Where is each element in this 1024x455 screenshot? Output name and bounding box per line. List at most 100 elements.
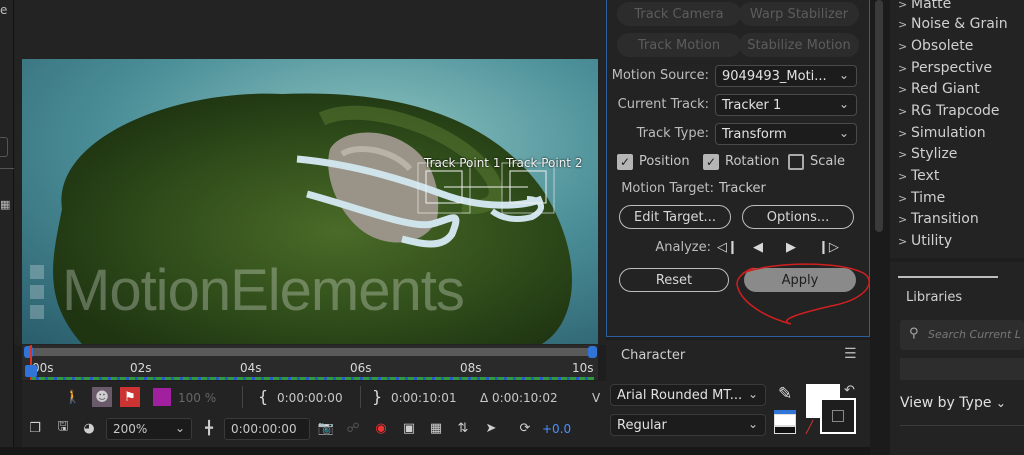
running-icon[interactable]: ⚑ bbox=[120, 387, 140, 407]
position-checkbox[interactable]: ✓ bbox=[617, 154, 633, 170]
divider bbox=[242, 386, 243, 408]
motion-source-dropdown[interactable]: 9049493_Moti... ⌄ bbox=[715, 65, 857, 87]
hierarchy-icon[interactable]: ▦ bbox=[0, 198, 10, 211]
stabilize-motion-button[interactable]: Stabilize Motion bbox=[739, 33, 859, 57]
figure-icon[interactable]: ☻ bbox=[92, 387, 112, 407]
effect-category-item[interactable]: > Time bbox=[898, 190, 945, 206]
analyze-forward-icon[interactable]: ▶ bbox=[786, 240, 796, 255]
panel-scrollbar[interactable] bbox=[870, 0, 890, 455]
exposure-value[interactable]: +0.0 bbox=[542, 422, 571, 436]
effect-category-item[interactable]: > Stylize bbox=[898, 146, 957, 162]
track-camera-button[interactable]: Track Camera bbox=[617, 2, 741, 26]
zoom-percent: 100 % bbox=[178, 391, 217, 405]
track-type-value: Transform bbox=[722, 126, 787, 142]
work-area-end-handle[interactable] bbox=[588, 346, 597, 358]
playhead-handle[interactable] bbox=[25, 365, 37, 377]
time-ruler[interactable]: 00s 02s 04s 06s 08s 10s bbox=[22, 345, 598, 380]
track-point-1-label[interactable]: Track Point 1 bbox=[424, 156, 500, 170]
effect-category-item[interactable]: > Obsolete bbox=[898, 38, 973, 54]
eyedropper-icon[interactable]: ✎ bbox=[778, 384, 792, 404]
color-swatch[interactable] bbox=[153, 388, 171, 406]
effect-category-item[interactable]: > Matte bbox=[898, 0, 951, 12]
analyze-forward-one-frame-icon[interactable]: ❙▷ bbox=[818, 240, 839, 255]
chevron-right-icon: > bbox=[898, 83, 908, 96]
effect-category-item[interactable]: > Noise & Grain bbox=[898, 16, 1008, 32]
grid-guides-icon[interactable]: ╋ bbox=[200, 419, 218, 437]
time-display[interactable]: 0:00:00:00 bbox=[224, 418, 310, 440]
swap-colors-icon[interactable]: ↶ bbox=[844, 383, 855, 398]
search-placeholder: Search Current L bbox=[928, 328, 1021, 341]
divider bbox=[360, 386, 361, 408]
track-motion-button[interactable]: Track Motion bbox=[617, 33, 741, 57]
current-time[interactable]: 0:00:00:00 bbox=[277, 391, 343, 405]
always-preview-icon[interactable]: ❐ bbox=[26, 419, 44, 437]
library-search-input[interactable]: ⚲ Search Current L bbox=[900, 320, 1024, 350]
monitor-icon[interactable]: 🖫 bbox=[54, 419, 72, 437]
effect-category-item[interactable]: > Text bbox=[898, 168, 939, 184]
effect-category-item[interactable]: > Simulation bbox=[898, 125, 986, 141]
effect-category-item[interactable]: > Perspective bbox=[898, 60, 992, 76]
track-point-2-label[interactable]: Track Point 2 bbox=[506, 156, 582, 170]
font-family-dropdown[interactable]: Arial Rounded MT... ⌄ bbox=[610, 384, 766, 406]
track-type-dropdown[interactable]: Transform ⌄ bbox=[715, 123, 857, 145]
rotation-label[interactable]: Rotation bbox=[725, 154, 779, 169]
scale-checkbox[interactable] bbox=[788, 154, 804, 170]
rotation-checkbox[interactable]: ✓ bbox=[703, 154, 719, 170]
effect-category-item[interactable]: > Transition bbox=[898, 211, 979, 227]
effect-category-item[interactable]: > Red Giant bbox=[898, 81, 980, 97]
time-display-value: 0:00:00:00 bbox=[231, 422, 297, 436]
rgb-channels-icon[interactable]: ◉ bbox=[372, 419, 390, 437]
end-time[interactable]: 0:00:10:01 bbox=[391, 391, 457, 405]
camera-icon[interactable]: 📷 bbox=[317, 419, 335, 437]
stroke-color-swatch[interactable] bbox=[820, 398, 856, 434]
edit-target-button[interactable]: Edit Target... bbox=[619, 205, 731, 229]
stroke-inner-icon bbox=[832, 410, 844, 422]
reset-button[interactable]: Reset bbox=[619, 268, 729, 292]
library-list[interactable] bbox=[900, 358, 1024, 380]
link-icon[interactable]: ☍ bbox=[344, 419, 362, 437]
chevron-right-icon: > bbox=[898, 0, 908, 11]
cache-indicator bbox=[30, 377, 594, 380]
work-area-bar[interactable] bbox=[30, 348, 594, 356]
chevron-down-icon: ⌄ bbox=[747, 387, 758, 401]
reset-exposure-icon[interactable]: ⟳ bbox=[516, 419, 534, 437]
tab-libraries[interactable]: Libraries bbox=[906, 290, 962, 305]
in-point-icon[interactable]: { bbox=[258, 387, 268, 406]
chevron-right-icon: > bbox=[898, 192, 908, 205]
options-button[interactable]: Options... bbox=[742, 205, 854, 229]
mask-icon[interactable]: ◕ bbox=[80, 419, 98, 437]
swatch-selected-indicator bbox=[774, 410, 796, 414]
out-point-icon[interactable]: } bbox=[372, 387, 382, 406]
analyze-back-one-frame-icon[interactable]: ◁❙ bbox=[717, 240, 738, 255]
effect-category-item[interactable]: > RG Trapcode bbox=[898, 103, 1000, 119]
view-by-type-dropdown[interactable]: View by Type ⌄ bbox=[900, 395, 1006, 411]
divider bbox=[900, 425, 1024, 426]
flowchart-icon[interactable]: ➤ bbox=[482, 419, 500, 437]
left-panel-field[interactable] bbox=[0, 137, 8, 157]
effect-category-item[interactable]: > Utility bbox=[898, 233, 952, 249]
position-label[interactable]: Position bbox=[639, 154, 690, 169]
3d-view-icon[interactable]: ⇅ bbox=[454, 419, 472, 437]
walk-icon[interactable]: 🚶 bbox=[64, 388, 82, 406]
chevron-right-icon: > bbox=[898, 18, 908, 31]
analyze-backward-icon[interactable]: ◀ bbox=[753, 240, 763, 255]
font-style-dropdown[interactable]: Regular ⌄ bbox=[610, 414, 766, 436]
set-to-black-swatch[interactable] bbox=[774, 426, 796, 434]
tick-label: 04s bbox=[240, 361, 262, 375]
character-panel-title: Character bbox=[621, 348, 686, 363]
motion-target-label: Motion Target: bbox=[621, 181, 714, 196]
magnification-dropdown[interactable]: 200% ⌄ bbox=[106, 418, 192, 440]
current-track-dropdown[interactable]: Tracker 1 ⌄ bbox=[715, 94, 857, 116]
transparency-grid-icon[interactable]: ▦ bbox=[427, 419, 445, 437]
no-fill-icon[interactable]: ╱ bbox=[806, 420, 813, 434]
scale-label[interactable]: Scale bbox=[810, 154, 845, 169]
panel-menu-icon[interactable]: ☰ bbox=[844, 346, 857, 362]
scrollbar-thumb[interactable] bbox=[875, 0, 883, 232]
tick-label: 06s bbox=[350, 361, 372, 375]
set-to-white-swatch[interactable] bbox=[774, 414, 796, 426]
chevron-right-icon: > bbox=[898, 170, 908, 183]
region-of-interest-icon[interactable]: ▣ bbox=[400, 419, 418, 437]
composition-viewer[interactable]: Track Point 1 Track Point 2 MotionElemen… bbox=[22, 59, 598, 344]
chevron-down-icon: ⌄ bbox=[838, 126, 849, 140]
warp-stabilizer-button[interactable]: Warp Stabilizer bbox=[739, 2, 859, 26]
